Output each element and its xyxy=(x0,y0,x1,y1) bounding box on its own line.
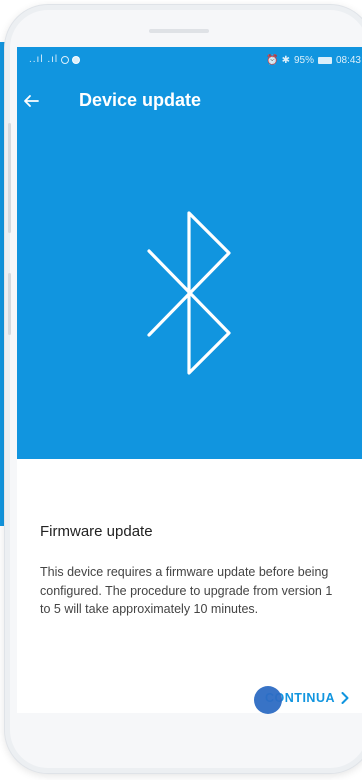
firmware-description: This device requires a firmware update b… xyxy=(40,565,333,616)
power-button xyxy=(8,273,11,335)
phone-screen: ..ıl .ıl ⏰ ✱ 95% 08:43 Device update Fir… xyxy=(17,47,362,713)
signal-icon: ..ıl .ıl xyxy=(29,54,59,65)
page-title: Device update xyxy=(79,90,202,110)
touch-indicator xyxy=(254,686,282,714)
status-left: ..ıl .ıl xyxy=(29,54,81,65)
status-bar: ..ıl .ıl ⏰ ✱ 95% 08:43 xyxy=(17,47,362,75)
alarm-bluetooth-icons: ⏰ ✱ xyxy=(266,55,290,66)
volume-button xyxy=(8,123,11,233)
hero-banner xyxy=(17,127,362,459)
battery-percent: 95% xyxy=(293,55,314,66)
bluetooth-icon xyxy=(147,211,231,375)
speaker-grille xyxy=(149,29,209,33)
firmware-heading: Firmware update xyxy=(40,523,153,540)
app-bar: Device update xyxy=(17,75,362,127)
status-right: ⏰ ✱ 95% 08:43 xyxy=(266,55,361,66)
notification-icon xyxy=(72,55,81,64)
status-time: 08:43 xyxy=(335,55,361,66)
chevron-right-icon xyxy=(341,692,349,704)
battery-icon xyxy=(317,57,332,64)
phone-frame: ..ıl .ıl ⏰ ✱ 95% 08:43 Device update Fir… xyxy=(4,4,362,774)
headset-icon xyxy=(61,55,70,64)
stage: ..ıl .ıl ⏰ ✱ 95% 08:43 Device update Fir… xyxy=(0,0,362,780)
arrow-left-icon[interactable] xyxy=(21,91,41,111)
content-panel: Firmware update This device requires a f… xyxy=(17,459,362,707)
